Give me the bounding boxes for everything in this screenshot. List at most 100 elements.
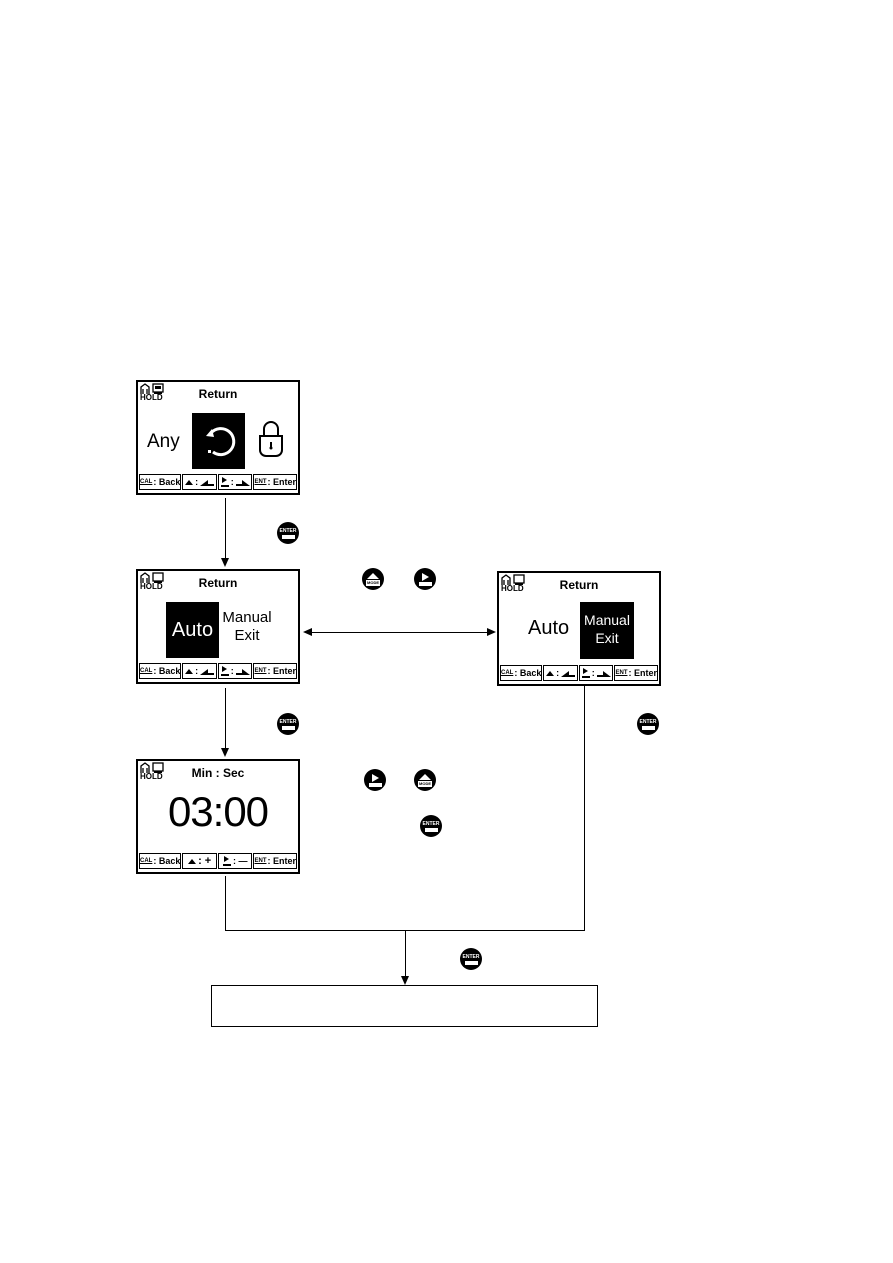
return-option-selected[interactable]: [192, 413, 245, 469]
flow-line: [225, 876, 226, 931]
slope-left-icon: [561, 670, 576, 677]
slope-left-icon: [200, 668, 215, 675]
arrow-down-icon: [221, 748, 229, 757]
slope-left-icon: [200, 479, 215, 486]
softkey-bar: CAL: Back : : ENT: Enter: [139, 663, 297, 681]
right-key-icon: [220, 666, 229, 676]
enter-key-icon: ENTER: [637, 713, 659, 735]
option-manual: Manual: [584, 612, 630, 628]
screen-return-manual: HOLD Return Auto Manual Exit CAL: Back :…: [497, 571, 661, 686]
screen-return-auto: HOLD Return Auto Manual Exit CAL: Back :…: [136, 569, 300, 684]
enter-key-icon: ENTER: [277, 713, 299, 735]
flow-line: [310, 632, 488, 633]
softkey-up[interactable]: :: [543, 665, 578, 681]
screen-time-set: HOLD Min : Sec 03:00 CAL: Back : + : — E…: [136, 759, 300, 874]
right-key-icon: [364, 769, 386, 791]
right-key-icon: [581, 668, 590, 678]
cal-key-icon: CAL: [140, 668, 153, 674]
softkey-increase[interactable]: : +: [182, 853, 217, 869]
flow-line: [584, 686, 585, 931]
softkey-label: : —: [232, 856, 248, 866]
cal-key-icon: CAL: [140, 858, 153, 864]
screen-title: Min : Sec: [191, 766, 245, 780]
right-key-icon: [220, 477, 229, 487]
softkey-back[interactable]: CAL: Back: [139, 474, 182, 490]
softkey-label: :: [556, 668, 560, 678]
softkey-back[interactable]: CAL: Back: [139, 663, 182, 679]
softkey-label: : Enter: [267, 666, 296, 676]
softkey-label: : Back: [153, 856, 181, 866]
ent-key-icon: ENT: [615, 670, 628, 676]
softkey-label: : Enter: [628, 668, 657, 678]
softkey-up[interactable]: :: [182, 474, 217, 490]
time-value[interactable]: 03:00: [138, 787, 298, 837]
mode-up-key-icon: MODE: [414, 769, 436, 791]
slope-right-icon: [596, 670, 611, 677]
softkey-label: : Back: [153, 666, 181, 676]
right-key-icon: [222, 856, 231, 866]
lock-icon: [259, 421, 283, 457]
slope-right-icon: [235, 479, 250, 486]
screen-title: Return: [559, 578, 599, 592]
softkey-enter[interactable]: ENT: Enter: [253, 474, 297, 490]
softkey-label: :: [195, 666, 199, 676]
ent-key-icon: ENT: [254, 858, 267, 864]
slope-right-icon: [235, 668, 250, 675]
softkey-label: : Enter: [267, 477, 296, 487]
option-manual-exit-selected[interactable]: Manual Exit: [580, 602, 634, 659]
softkey-enter[interactable]: ENT: Enter: [253, 663, 297, 679]
cal-key-icon: CAL: [501, 670, 514, 676]
screen-return-select: HOLD Return Any CAL: Back : : ENT: Enter: [136, 380, 300, 495]
right-key-icon: [414, 568, 436, 590]
softkey-label: : Enter: [267, 856, 296, 866]
softkey-up[interactable]: :: [182, 663, 217, 679]
flow-line: [225, 688, 226, 750]
screen-title: Return: [198, 576, 238, 590]
cal-key-icon: CAL: [140, 479, 153, 485]
softkey-right[interactable]: :: [578, 665, 614, 681]
lock-option[interactable]: [256, 418, 286, 465]
softkey-label: : +: [198, 855, 212, 867]
softkey-decrease[interactable]: : —: [217, 853, 253, 869]
softkey-label: :: [230, 477, 234, 487]
option-manual[interactable]: Manual: [222, 609, 272, 626]
enter-key-icon: ENTER: [277, 522, 299, 544]
softkey-right[interactable]: :: [217, 663, 253, 679]
flow-line: [405, 930, 406, 978]
softkey-back[interactable]: CAL: Back: [500, 665, 543, 681]
softkey-enter[interactable]: ENT: Enter: [253, 853, 297, 869]
screen-title: Return: [198, 387, 238, 401]
option-exit[interactable]: Exit: [222, 627, 272, 644]
up-key-icon: [546, 670, 555, 676]
arrow-down-icon: [221, 558, 229, 567]
option-auto[interactable]: Auto: [528, 617, 569, 640]
softkey-back[interactable]: CAL: Back: [139, 853, 182, 869]
softkey-bar: CAL: Back : : ENT: Enter: [500, 665, 658, 683]
result-box: [211, 985, 598, 1027]
mode-up-key-icon: MODE: [362, 568, 384, 590]
softkey-enter[interactable]: ENT: Enter: [614, 665, 658, 681]
result-text: [212, 986, 597, 1010]
option-auto-selected[interactable]: Auto: [166, 602, 219, 658]
return-arrow-icon: [205, 427, 235, 457]
enter-key-icon: ENTER: [420, 815, 442, 837]
softkey-label: :: [230, 666, 234, 676]
enter-key-icon: ENTER: [460, 948, 482, 970]
any-label: Any: [147, 431, 180, 452]
arrow-left-icon: [303, 628, 312, 636]
softkey-label: : Back: [514, 668, 542, 678]
softkey-label: :: [195, 477, 199, 487]
softkey-label: :: [591, 668, 595, 678]
softkey-right[interactable]: :: [217, 474, 253, 490]
flow-line: [225, 498, 226, 560]
arrow-down-icon: [401, 976, 409, 985]
ent-key-icon: ENT: [254, 479, 267, 485]
softkey-bar: CAL: Back : : ENT: Enter: [139, 474, 297, 492]
up-key-icon: [185, 668, 194, 674]
up-key-icon: [188, 858, 197, 864]
softkey-label: : Back: [153, 477, 181, 487]
arrow-right-icon: [487, 628, 496, 636]
option-exit: Exit: [595, 630, 619, 646]
ent-key-icon: ENT: [254, 668, 267, 674]
softkey-bar: CAL: Back : + : — ENT: Enter: [139, 853, 297, 871]
